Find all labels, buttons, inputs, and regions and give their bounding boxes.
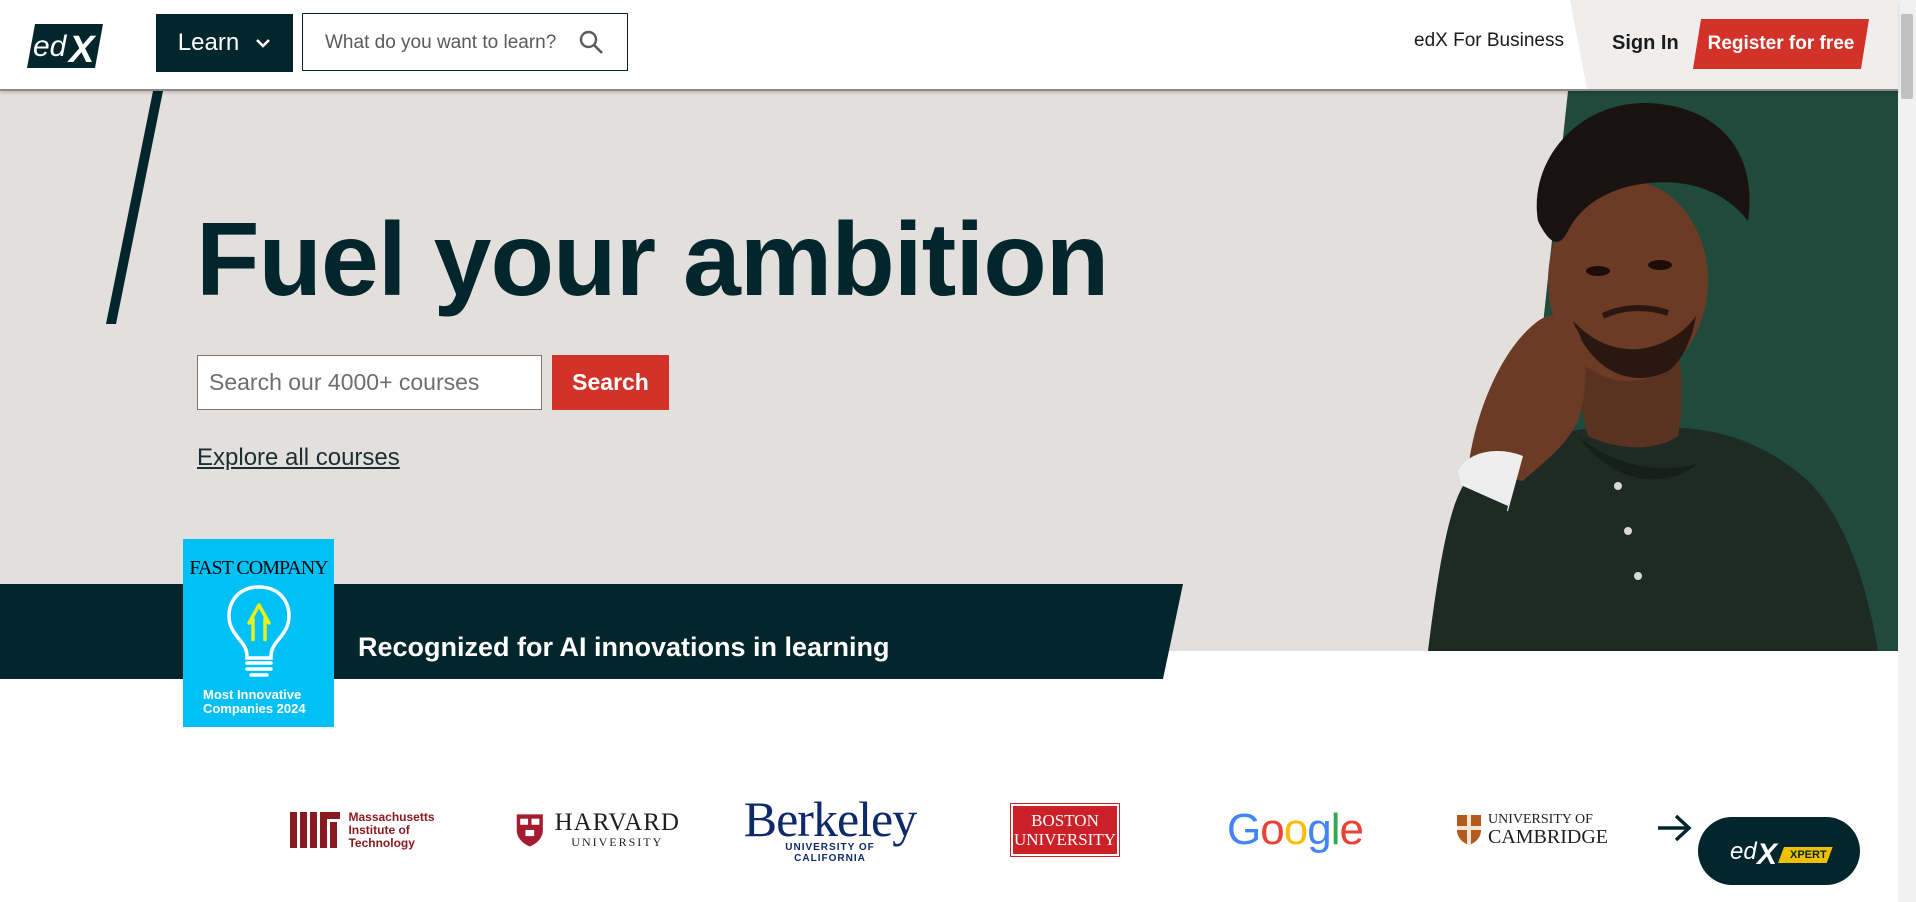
- chevron-down-icon: [256, 39, 271, 48]
- berkeley-name: Berkeley: [743, 791, 917, 847]
- learn-menu-label: Learn: [177, 29, 240, 56]
- hero-title: Fuel your ambition: [196, 202, 1109, 318]
- search-icon[interactable]: [578, 29, 604, 55]
- harvard-sub: UNIVERSITY: [571, 834, 664, 849]
- google-logo[interactable]: Google: [1227, 795, 1364, 865]
- svg-text:X: X: [67, 29, 97, 68]
- badge-line-1: Most Innovative: [203, 687, 302, 702]
- mit-logo[interactable]: Massachusetts Institute of Technology: [280, 795, 445, 865]
- harvard-wordmark: HARVARD UNIVERSITY: [554, 808, 680, 850]
- lightbulb-icon: [227, 585, 291, 677]
- xpert-assistant-button[interactable]: ed X XPERT: [1698, 817, 1860, 885]
- boston-university-logo[interactable]: BOSTON UNIVERSITY: [1010, 795, 1120, 865]
- page-scrollbar[interactable]: [1898, 0, 1916, 902]
- decorative-slash: [106, 91, 163, 324]
- recognition-text: Recognized for AI innovations in learnin…: [358, 632, 890, 662]
- cambridge-wordmark: UNIVERSITY OF CAMBRIDGE: [1487, 812, 1608, 848]
- hero-search-input[interactable]: [197, 355, 542, 410]
- fast-company-badge[interactable]: FAST COMPANY Most Innovative Companies 2…: [183, 539, 334, 727]
- berkeley-sub: UNIVERSITY OF CALIFORNIA: [785, 842, 875, 864]
- svg-text:ed: ed: [1730, 838, 1757, 865]
- site-header: ed X Learn edX For Business Sign In Regi…: [0, 0, 1898, 91]
- mit-line-3: Technology: [348, 835, 415, 850]
- explore-all-courses-link[interactable]: Explore all courses: [197, 444, 400, 472]
- hero-search-button[interactable]: Search: [552, 355, 669, 410]
- edx-logo-icon: ed X: [1730, 838, 1779, 867]
- boston-university-wordmark: BOSTON UNIVERSITY: [1010, 803, 1120, 857]
- header-search-box: [302, 13, 628, 71]
- mit-line-1: Massachusetts: [348, 809, 435, 824]
- bu-line-2: UNIVERSITY: [1014, 830, 1116, 849]
- xpert-label: XPERT: [1778, 847, 1833, 863]
- fast-company-wordmark: FAST COMPANY: [189, 557, 328, 579]
- scrollbar-thumb[interactable]: [1901, 14, 1913, 99]
- badge-line-2: Companies 2024: [203, 701, 306, 716]
- header-search-input[interactable]: [323, 28, 577, 58]
- cambridge-line-1: UNIVERSITY OF: [1487, 812, 1593, 827]
- hero-person-image: [1428, 91, 1898, 651]
- edx-logo[interactable]: ed X: [27, 24, 103, 68]
- mit-line-2: Institute of: [348, 822, 410, 837]
- sign-in-link[interactable]: Sign In: [1612, 32, 1679, 55]
- cambridge-shield-icon: [1456, 815, 1481, 845]
- berkeley-logo[interactable]: Berkeley UNIVERSITY OF CALIFORNIA: [744, 794, 917, 865]
- edx-for-business-link[interactable]: edX For Business: [1414, 30, 1564, 52]
- bu-line-1: BOSTON: [1031, 811, 1099, 830]
- google-wordmark: Google: [1227, 805, 1364, 854]
- harvard-logo[interactable]: HARVARD UNIVERSITY: [515, 795, 680, 865]
- cambridge-logo[interactable]: UNIVERSITY OF CAMBRIDGE: [1452, 795, 1612, 865]
- harvard-name: HARVARD: [554, 808, 680, 836]
- register-button[interactable]: Register for free: [1693, 19, 1869, 69]
- learn-menu-button[interactable]: Learn: [156, 14, 293, 72]
- partners-next-button[interactable]: [1652, 806, 1696, 850]
- arrow-right-icon: [1658, 814, 1692, 842]
- harvard-shield-icon: [516, 814, 543, 847]
- cambridge-line-2: CAMBRIDGE: [1487, 826, 1608, 848]
- mit-mark-icon: [290, 812, 341, 848]
- mit-wordmark: Massachusetts Institute of Technology: [348, 809, 435, 850]
- svg-text:ed: ed: [33, 30, 68, 63]
- svg-text:X: X: [1755, 838, 1779, 867]
